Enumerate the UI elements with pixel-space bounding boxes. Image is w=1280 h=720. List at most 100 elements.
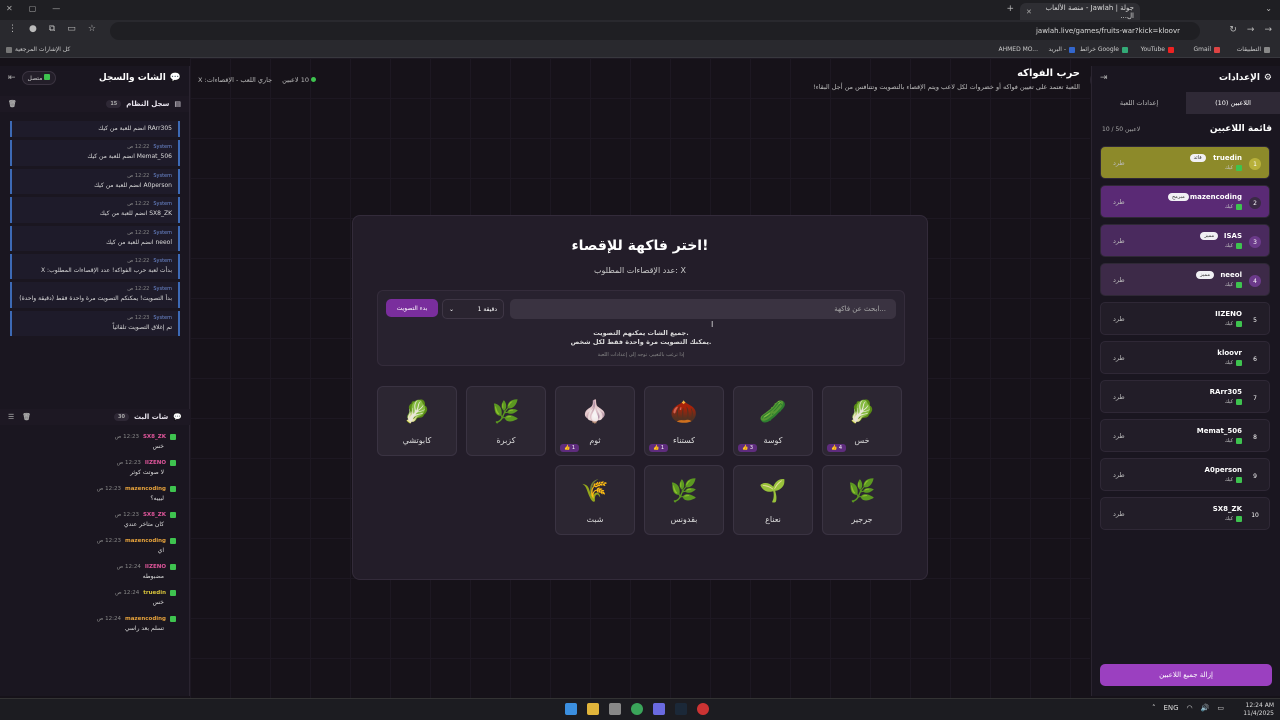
minimize-window-icon[interactable]: —	[52, 4, 60, 13]
player-row[interactable]: 6 kloovr كيك طرد	[1100, 341, 1270, 374]
bookmark-all[interactable]: كل الإشارات المرجعية	[6, 46, 70, 53]
chat-username[interactable]: mazencoding	[125, 538, 166, 544]
start-vote-button[interactable]: بدء التصويت	[386, 299, 438, 317]
battery-icon[interactable]: ▭	[1217, 704, 1224, 712]
player-row[interactable]: 9 A0person كيك طرد	[1100, 458, 1270, 491]
kick-player-button[interactable]: طرد	[1113, 237, 1125, 245]
fruit-card-cabbage[interactable]: 🥬 كابوتشي	[377, 386, 457, 456]
chrome-icon[interactable]	[631, 703, 643, 715]
player-row[interactable]: 1 truedin قائد كيك طرد	[1100, 146, 1270, 179]
app-icon[interactable]	[697, 703, 709, 715]
bookmark-mail[interactable]: البريد -	[1048, 46, 1075, 53]
language-indicator[interactable]: ENG	[1163, 704, 1178, 712]
chat-username[interactable]: mazencoding	[125, 486, 166, 492]
extensions-icon[interactable]: ⧉	[49, 24, 55, 34]
player-platform: كيك	[1225, 399, 1242, 405]
tab-menu-icon[interactable]: ⌄	[1265, 4, 1272, 13]
chat-time: 12:23 ص	[114, 434, 139, 440]
log-time: 12:22 ص	[127, 172, 150, 179]
player-row[interactable]: 10 SX8_ZK كيك طرد	[1100, 497, 1270, 530]
fruit-card-zucchini[interactable]: 🥒 كوسة 👍 3	[733, 386, 813, 456]
volume-icon[interactable]: 🔊	[1201, 704, 1210, 712]
kick-player-button[interactable]: طرد	[1113, 471, 1125, 479]
kick-player-button[interactable]: طرد	[1113, 432, 1125, 440]
menu-icon[interactable]: ⋮	[8, 24, 17, 34]
kick-player-button[interactable]: طرد	[1113, 393, 1125, 401]
bookmark-gmail[interactable]: Gmail	[1193, 46, 1220, 53]
reload-icon[interactable]: ↻	[1229, 25, 1237, 35]
close-tab-icon[interactable]: ✕	[1026, 8, 1032, 16]
bookmark-ahmed[interactable]: AHMED MO...	[999, 46, 1039, 53]
player-row[interactable]: 8 Memat_506 كيك طرد	[1100, 419, 1270, 452]
chat-username[interactable]: IIZENO	[145, 564, 166, 570]
fruit-card-arugula[interactable]: 🌿 جرجير	[822, 465, 902, 535]
tab-players[interactable]: اللاعبين (10)	[1186, 92, 1280, 114]
log-user: System	[153, 144, 172, 151]
filter-icon[interactable]: ☰	[8, 413, 14, 421]
chat-username[interactable]: truedin	[143, 590, 166, 596]
fruit-card-mint[interactable]: 🌱 نعناع	[733, 465, 813, 535]
new-tab-icon[interactable]: +	[1006, 4, 1014, 14]
fruit-search-input[interactable]: ابحث عن فاكهة...	[510, 299, 896, 319]
player-row[interactable]: 5 IIZENO كيك طرد	[1100, 302, 1270, 335]
kick-player-button[interactable]: طرد	[1113, 354, 1125, 362]
settings-app-icon[interactable]	[609, 703, 621, 715]
chat-username[interactable]: SX8_ZK	[143, 434, 166, 440]
file-explorer-icon[interactable]	[587, 703, 599, 715]
back-icon[interactable]: →	[1264, 25, 1272, 35]
discord-icon[interactable]	[653, 703, 665, 715]
tab-game-settings[interactable]: إعدادات اللعبة	[1092, 92, 1186, 114]
kick-player-button[interactable]: طرد	[1113, 276, 1125, 284]
maximize-window-icon[interactable]: ▢	[29, 4, 37, 13]
collapse-panel-icon[interactable]: ⇤	[8, 73, 16, 83]
fruit-card-parsley[interactable]: 🌿 بقدونس	[644, 465, 724, 535]
chat-username[interactable]: mazencoding	[125, 616, 166, 622]
trash-icon[interactable]: 🗑	[22, 413, 31, 421]
fruit-card-coriander[interactable]: 🌿 كزبرة	[466, 386, 546, 456]
vote-count-badge: 👍 3	[738, 444, 758, 452]
player-row[interactable]: 3 ISAS مميز كيك طرد	[1100, 224, 1270, 257]
windows-start-icon[interactable]	[565, 703, 577, 715]
remove-all-players-button[interactable]: إزالة جميع اللاعبين	[1100, 664, 1272, 686]
live-chat-list[interactable]: SX8_ZK 12:23 ص خس IIZENO 12:23 ص لا صوتت كوثر…	[10, 432, 180, 692]
kick-player-button[interactable]: طرد	[1113, 315, 1125, 323]
fruit-card-garlic[interactable]: 🧄 ثوم 👍 1	[555, 386, 635, 456]
fruit-name: نعناع	[765, 515, 781, 524]
log-message: بدأ التصويت! يمكنكم التصويت مرة واحدة فق…	[19, 295, 172, 303]
kick-icon	[1236, 399, 1242, 405]
bookmark-star-icon[interactable]: ☆	[88, 24, 96, 34]
close-window-icon[interactable]: ✕	[6, 4, 13, 13]
forward-icon[interactable]: →	[1247, 25, 1255, 35]
browser-tab[interactable]: جولة | Jawlah - منصة الألعاب ال... ✕	[1020, 3, 1140, 20]
bookmark-apps[interactable]: التطبيقات	[1237, 46, 1270, 53]
chat-username[interactable]: IIZENO	[145, 460, 166, 466]
trash-icon[interactable]: 🗑	[8, 100, 17, 108]
bookmark-youtube[interactable]: YouTube	[1141, 46, 1174, 53]
steam-icon[interactable]	[675, 703, 687, 715]
player-name: Memat_506	[1196, 427, 1242, 435]
url-input[interactable]: jawlah.live/games/fruits-war?kick=kloovr	[110, 22, 1200, 40]
kick-icon	[1236, 360, 1242, 366]
player-rank: 5	[1253, 316, 1257, 324]
settings-panel: ⚙ الإعدادات ⇥ اللاعبين (10) إعدادات اللع…	[1091, 66, 1280, 696]
kick-player-button[interactable]: طرد	[1113, 159, 1125, 167]
log-meta: System 12:23 ص	[18, 315, 172, 321]
profile-icon[interactable]: ●	[29, 24, 37, 34]
sidepanel-icon[interactable]: ▭	[67, 24, 76, 34]
clock[interactable]: 12:24 AM 11/4/2025	[1243, 702, 1274, 718]
kick-player-button[interactable]: طرد	[1113, 198, 1125, 206]
kick-player-button[interactable]: طرد	[1113, 510, 1125, 518]
collapse-panel-icon[interactable]: ⇥	[1100, 73, 1108, 83]
system-log-list[interactable]: RArr305 انضم للعبة من كيك System 12:22 ص Me…	[10, 121, 180, 386]
bookmark-maps[interactable]: خرائط Google	[1080, 46, 1128, 53]
wifi-icon[interactable]: ◠	[1187, 704, 1193, 712]
chat-username[interactable]: SX8_ZK	[143, 512, 166, 518]
duration-select[interactable]: ⌄ 1 دقيقة	[442, 299, 504, 319]
player-row[interactable]: 4 neeol مميز كيك طرد	[1100, 263, 1270, 296]
fruit-card-dill[interactable]: 🌾 شبث	[555, 465, 635, 535]
fruit-card-chestnut[interactable]: 🌰 كستناء 👍 1	[644, 386, 724, 456]
chevron-up-icon[interactable]: ˄	[1152, 704, 1156, 712]
player-row[interactable]: 7 RArr305 كيك طرد	[1100, 380, 1270, 413]
fruit-card-lettuce[interactable]: 🥬 خس 👍 4	[822, 386, 902, 456]
player-row[interactable]: 2 mazencoding مبرمج كيك طرد	[1100, 185, 1270, 218]
